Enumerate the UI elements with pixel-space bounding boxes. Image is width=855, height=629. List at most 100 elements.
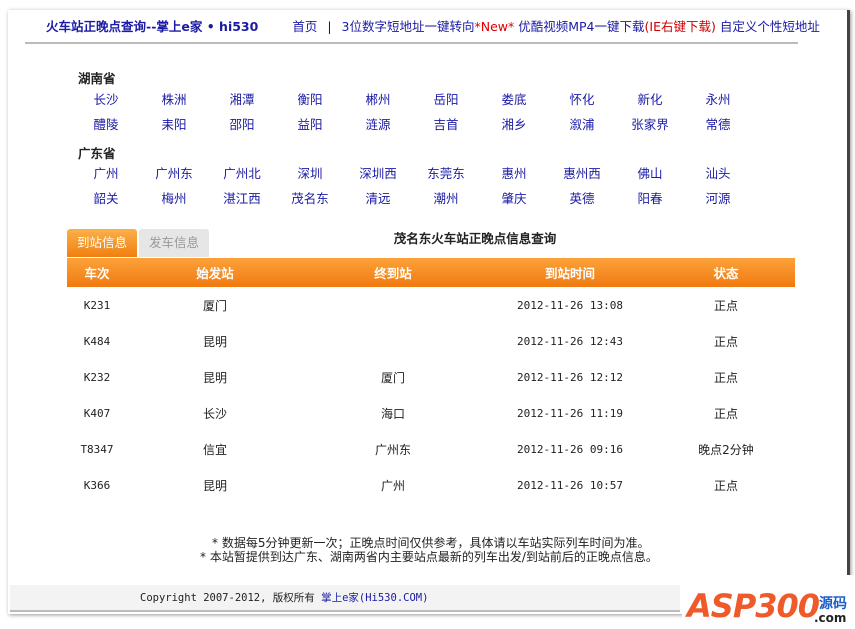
destination: 海口 [380,406,405,421]
logo-text: ASP300 [687,587,820,625]
origin: 昆明 [202,478,227,493]
new-badge: *New* [474,19,515,34]
copyright: Copyright 2007-2012, 版权所有 [140,592,322,604]
station-link[interactable]: 长沙 [72,89,140,108]
station-link[interactable]: 衡阳 [276,89,344,108]
origin: 长沙 [202,406,227,421]
status: 正点 [713,478,738,493]
station-link[interactable]: 湘潭 [208,89,276,108]
station-row: 长沙 株洲 湘潭 衡阳 郴州 岳阳 娄底 怀化 新化 永州 [72,89,752,108]
arrival-time: 2012-11-26 09:16 [517,442,623,456]
station-link[interactable]: 邵阳 [208,114,276,133]
table-row: K407 长沙 海口 2012-11-26 11:19 正点 [67,395,795,431]
logo-domain: .com [814,611,847,625]
station-link[interactable]: 常德 [684,114,752,133]
nav-short-url[interactable]: 3位数字短地址一键转向 [342,19,475,34]
station-link[interactable]: 惠州西 [548,163,616,182]
station-link[interactable]: 茂名东 [276,188,344,207]
station-link[interactable]: 娄底 [480,89,548,108]
notes: * 数据每5分钟更新一次；正晚点时间仅供参考，具体请以车站实际列车时间为准。 *… [200,536,658,564]
station-link[interactable]: 英德 [548,188,616,207]
station-link[interactable]: 涟源 [344,114,412,133]
destination: 广州东 [374,442,411,457]
tab-departure[interactable]: 发车信息 [139,229,209,257]
station-link[interactable]: 东莞东 [412,163,480,182]
train-number: T8347 [80,442,114,456]
arrival-time: 2012-11-26 12:12 [517,370,623,384]
col-origin: 始发站 [127,258,303,287]
station-link[interactable]: 深圳 [276,163,344,182]
destination: 广州 [380,478,405,493]
station-link[interactable]: 梅州 [140,188,208,207]
origin: 昆明 [202,334,227,349]
train-number: K484 [83,334,111,348]
status: 正点 [713,406,738,421]
nav-youku[interactable]: 优酷视频MP4一键下载 [518,19,644,34]
station-row: 韶关 梅州 湛江西 茂名东 清远 潮州 肇庆 英德 阳春 河源 [72,188,752,207]
origin: 信宜 [202,442,227,457]
station-link[interactable]: 新化 [616,89,684,108]
table-row: K231 厦门 2012-11-26 13:08 正点 [67,287,795,323]
train-number: K407 [83,406,111,420]
station-link[interactable]: 吉首 [412,114,480,133]
train-table: 车次 始发站 终到站 到站时间 状态 K231 厦门 2012-11-26 13:0… [67,258,795,503]
station-link[interactable]: 河源 [684,188,752,207]
table-row: K366 昆明 广州 2012-11-26 10:57 正点 [67,467,795,503]
station-link[interactable]: 汕头 [684,163,752,182]
province-label: 湖南省 [78,71,116,86]
station-link[interactable]: 湛江西 [208,188,276,207]
destination: 厦门 [380,370,405,385]
destination [303,287,483,323]
train-number: K366 [83,478,111,492]
station-link[interactable]: 广州北 [208,163,276,182]
arrival-time: 2012-11-26 12:43 [517,334,623,348]
nav-home[interactable]: 首页 [292,19,317,34]
table-row: K484 昆明 2012-11-26 12:43 正点 [67,323,795,359]
page-title: 茂名东火车站正晚点信息查询 [393,231,557,246]
station-link[interactable]: 广州 [72,163,140,182]
station-link[interactable]: 佛山 [616,163,684,182]
nav-separator: | [327,19,332,34]
station-link[interactable]: 深圳西 [344,163,412,182]
watermark-logo: ASP300 源码 .com [682,575,855,629]
station-link[interactable]: 阳春 [616,188,684,207]
station-row: 醴陵 耒阳 邵阳 益阳 涟源 吉首 湘乡 溆浦 张家界 常德 [72,114,752,133]
note: * 数据每5分钟更新一次；正晚点时间仅供参考，具体请以车站实际列车时间为准。 [212,536,650,550]
nav-custom-url[interactable]: 自定义个性短地址 [720,19,820,34]
station-row: 广州 广州东 广州北 深圳 深圳西 东莞东 惠州 惠州西 佛山 汕头 [72,163,752,182]
station-link[interactable]: 益阳 [276,114,344,133]
station-link[interactable]: 岳阳 [412,89,480,108]
origin: 厦门 [202,298,227,313]
status: 正点 [713,298,738,313]
col-destination: 终到站 [303,258,483,287]
train-number: K231 [83,298,111,312]
station-link[interactable]: 耒阳 [140,114,208,133]
footer-link[interactable]: 掌上e家(Hi530.COM) [321,592,428,604]
station-link[interactable]: 永州 [684,89,752,108]
status: 正点 [713,334,738,349]
station-link[interactable]: 广州东 [140,163,208,182]
footer: Copyright 2007-2012, 版权所有 掌上e家(Hi530.COM… [10,585,680,612]
station-link[interactable]: 韶关 [72,188,140,207]
station-link[interactable]: 惠州 [480,163,548,182]
arrival-time: 2012-11-26 10:57 [517,478,623,492]
station-link[interactable]: 湘乡 [480,114,548,133]
station-link[interactable]: 溆浦 [548,114,616,133]
station-link[interactable]: 醴陵 [72,114,140,133]
station-link[interactable]: 肇庆 [480,188,548,207]
train-number: K232 [83,370,111,384]
destination [303,323,483,359]
station-link[interactable]: 郴州 [344,89,412,108]
note: * 本站暂提供到达广东、湖南两省内主要站点最新的列车出发/到站前后的正晚点信息。 [200,550,658,564]
station-link[interactable]: 株洲 [140,89,208,108]
station-link[interactable]: 怀化 [548,89,616,108]
station-link[interactable]: 张家界 [616,114,684,133]
tab-arrival[interactable]: 到站信息 [67,229,137,257]
col-train: 车次 [67,258,127,287]
origin: 昆明 [202,370,227,385]
header: 火车站正晚点查询--掌上e家 • hi530 首页 | 3位数字短地址一键转向*… [46,16,820,35]
site-brand: 火车站正晚点查询--掌上e家 • hi530 [46,19,259,34]
station-link[interactable]: 清远 [344,188,412,207]
station-link[interactable]: 潮州 [412,188,480,207]
ie-hint: (IE右键下载) [644,19,716,34]
